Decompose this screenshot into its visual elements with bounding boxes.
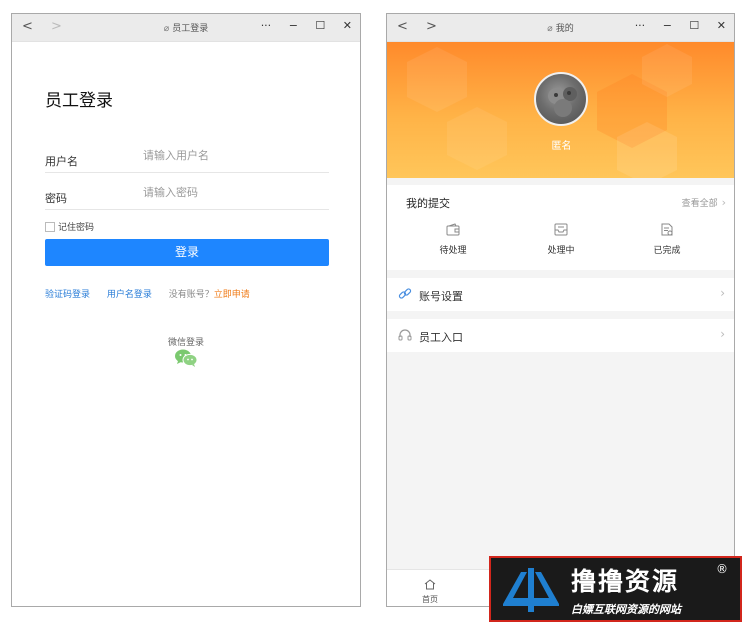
home-icon xyxy=(424,579,436,590)
link-icon: ⌀ xyxy=(547,24,553,34)
more-button[interactable]: ··· xyxy=(261,19,272,32)
view-all-link[interactable]: 查看全部 › xyxy=(682,196,726,209)
remember-label: 记住密码 xyxy=(58,223,95,233)
document-done-icon xyxy=(661,223,673,236)
password-field: 密码 xyxy=(45,182,329,210)
status-label: 待处理 xyxy=(439,246,467,256)
window-title-text: 我的 xyxy=(555,24,574,34)
login-links: 验证码登录 用户名登录 没有账号？立即申请 xyxy=(45,287,250,300)
watermark-subtitle: 白嫖互联网资源的网站 xyxy=(571,603,681,616)
link-icon: ⌀ xyxy=(163,24,170,34)
minimize-button[interactable]: − xyxy=(289,19,298,32)
login-window: < > ⌀员工登录 ··· − ☐ ✕ 员工登录 用户名 密码 记住密码 登录 … xyxy=(11,13,361,607)
staff-entrance-row[interactable]: 员工入口 › xyxy=(387,319,734,352)
tab-home[interactable]: 首页 xyxy=(415,575,445,605)
watermark-logo-icon xyxy=(503,568,559,612)
maximize-button[interactable]: ☐ xyxy=(315,19,325,32)
wechat-icon[interactable] xyxy=(174,348,198,372)
username-input[interactable] xyxy=(143,149,323,162)
chevron-right-icon: › xyxy=(720,286,725,300)
account-settings-row[interactable]: 账号设置 › xyxy=(387,278,734,311)
window-controls: ··· − ☐ ✕ xyxy=(247,19,352,32)
remember-password[interactable]: 记住密码 xyxy=(45,220,94,233)
registered-mark: ® xyxy=(716,562,728,576)
profile-banner: 匿名 xyxy=(387,42,734,178)
avatar[interactable] xyxy=(534,72,588,126)
chevron-right-icon: › xyxy=(721,196,726,209)
window-title-text: 员工登录 xyxy=(172,24,209,34)
status-label: 处理中 xyxy=(547,246,575,256)
chevron-right-icon: › xyxy=(720,327,725,341)
password-label: 密码 xyxy=(45,192,67,205)
view-all-label: 查看全部 xyxy=(681,199,718,209)
wallet-icon xyxy=(446,223,460,236)
close-button[interactable]: ✕ xyxy=(717,19,726,32)
page-title: 员工登录 xyxy=(45,91,113,111)
account-settings-label: 账号设置 xyxy=(419,290,463,303)
username-label: 匿名 xyxy=(551,141,572,152)
link-icon xyxy=(398,288,412,299)
username-login-link[interactable]: 用户名登录 xyxy=(107,290,152,300)
minimize-button[interactable]: − xyxy=(663,19,672,32)
inbox-icon xyxy=(554,223,568,236)
sms-login-link[interactable]: 验证码登录 xyxy=(45,290,90,300)
status-label: 已完成 xyxy=(653,246,681,256)
status-processing[interactable]: 处理中 xyxy=(531,223,591,257)
wechat-login-label: 微信登录 xyxy=(167,338,204,348)
headset-icon xyxy=(398,329,412,341)
maximize-button[interactable]: ☐ xyxy=(689,19,699,32)
window-controls: ··· − ☐ ✕ xyxy=(621,19,726,32)
remember-checkbox[interactable] xyxy=(45,221,55,232)
username-label: 用户名 xyxy=(45,155,78,168)
submissions-title: 我的提交 xyxy=(406,197,450,210)
password-input[interactable] xyxy=(143,186,323,199)
no-account-text: 没有账号？ xyxy=(168,290,214,300)
username-field: 用户名 xyxy=(45,145,329,173)
tab-home-label: 首页 xyxy=(422,595,438,604)
more-button[interactable]: ··· xyxy=(635,19,646,32)
status-completed[interactable]: 已完成 xyxy=(637,223,697,257)
close-button[interactable]: ✕ xyxy=(343,19,352,32)
watermark-title: 撸撸资源 xyxy=(571,567,680,596)
profile-window: < > ⌀ 我的 ··· − ☐ ✕ 匿名 我的提交 查看全部 › 待处理 处理… xyxy=(386,13,735,607)
watermark-banner: 撸撸资源 ® 白嫖互联网资源的网站 xyxy=(489,556,742,622)
title-bar: < > ⌀ 我的 ··· − ☐ ✕ xyxy=(387,14,734,42)
title-bar: < > ⌀ 员工登录 ··· − ☐ ✕ xyxy=(12,14,360,42)
apply-now-link[interactable]: 立即申请 xyxy=(214,290,250,300)
login-button[interactable]: 登录 xyxy=(45,239,329,266)
status-pending[interactable]: 待处理 xyxy=(423,223,483,257)
my-submissions-card: 我的提交 查看全部 › 待处理 处理中 已完成 xyxy=(387,185,734,270)
staff-entrance-label: 员工入口 xyxy=(419,331,463,344)
